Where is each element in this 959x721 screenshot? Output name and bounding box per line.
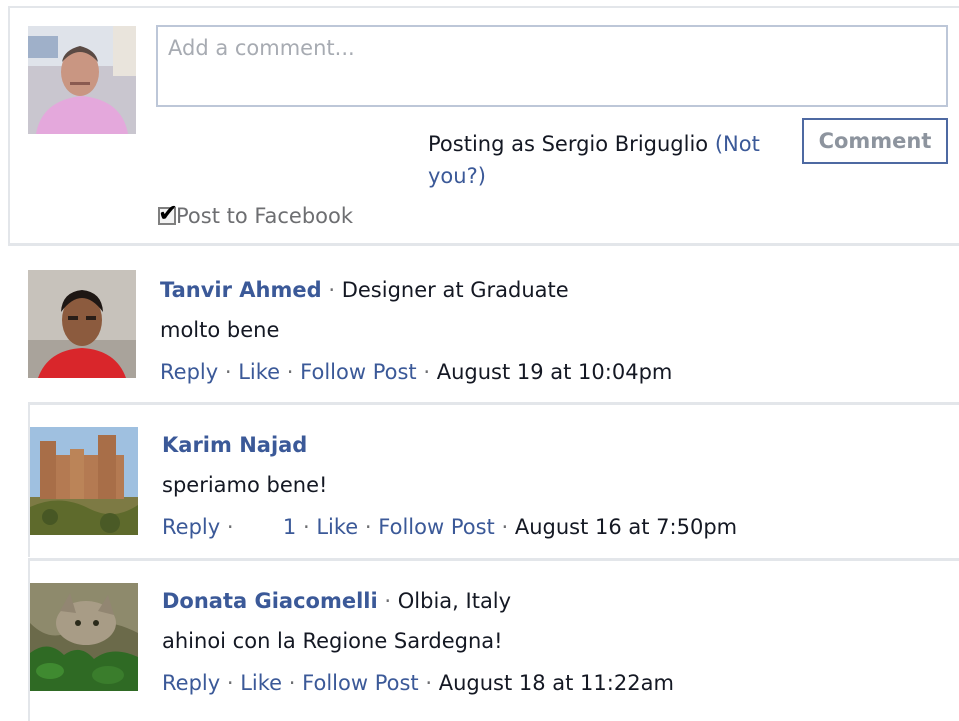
separator: ·	[288, 671, 296, 695]
separator: ·	[226, 671, 234, 695]
comment-author-subtitle: Designer at Graduate	[341, 278, 569, 302]
reply-link[interactable]: Reply	[160, 360, 218, 384]
reply-link[interactable]: Reply	[162, 515, 220, 539]
current-user-avatar	[28, 26, 136, 134]
separator: ·	[302, 515, 310, 539]
posting-as-text: Posting as Sergio Briguglio (Not you?)	[428, 128, 800, 192]
comment-avatar[interactable]	[30, 583, 138, 691]
comment-author-subtitle: Olbia, Italy	[397, 589, 512, 613]
separator: ·	[286, 360, 294, 384]
comment-text: molto bene	[160, 318, 280, 342]
comment-author-link[interactable]: Donata Giacomelli	[162, 589, 378, 613]
separator: ·	[384, 589, 392, 613]
follow-post-link[interactable]: Follow Post	[378, 515, 494, 539]
comment-composer: Add a comment... Posting as Sergio Brigu…	[8, 6, 959, 246]
posting-as-label: Posting as Sergio Briguglio	[428, 132, 709, 156]
comment-timestamp[interactable]: August 18 at 11:22am	[439, 671, 674, 695]
comment-input[interactable]: Add a comment...	[156, 25, 948, 107]
comment-timestamp[interactable]: August 19 at 10:04pm	[437, 360, 673, 384]
comment-item: Donata Giacomelli · Olbia, Italy ahinoi …	[28, 558, 959, 721]
comment-avatar[interactable]	[30, 427, 138, 535]
checkmark-icon: ✔	[158, 199, 179, 227]
comment-item: Tanvir Ahmed · Designer at Graduate molt…	[28, 270, 959, 384]
comment-text: ahinoi con la Regione Sardegna!	[162, 629, 503, 653]
separator: ·	[501, 515, 509, 539]
separator: ·	[364, 515, 372, 539]
follow-post-link[interactable]: Follow Post	[302, 671, 418, 695]
separator: ·	[328, 278, 336, 302]
comment-avatar[interactable]	[28, 270, 136, 378]
like-link[interactable]: Like	[316, 515, 358, 539]
comment-author-link[interactable]: Karim Najad	[162, 433, 307, 457]
comment-button[interactable]: Comment	[802, 118, 948, 164]
separator: ·	[425, 671, 433, 695]
reply-link[interactable]: Reply	[162, 671, 220, 695]
comment-actions: Reply · Like · Follow Post · August 19 a…	[160, 358, 672, 386]
comment-item: Karim Najad speriamo bene! Reply · 1 · L…	[28, 402, 959, 557]
comment-actions: Reply · 1 · Like · Follow Post · August …	[162, 513, 737, 541]
like-count[interactable]: 1	[283, 515, 296, 539]
separator: ·	[423, 360, 431, 384]
post-to-facebook-checkbox[interactable]: ✔	[158, 201, 178, 225]
comment-actions: Reply · Like · Follow Post · August 18 a…	[162, 669, 674, 697]
comment-timestamp[interactable]: August 16 at 7:50pm	[515, 515, 737, 539]
separator: ·	[226, 515, 234, 539]
like-link[interactable]: Like	[238, 360, 280, 384]
comment-text: speriamo bene!	[162, 473, 328, 497]
follow-post-link[interactable]: Follow Post	[300, 360, 416, 384]
comment-author-link[interactable]: Tanvir Ahmed	[160, 278, 322, 302]
comment-input-placeholder: Add a comment...	[168, 36, 355, 60]
like-link[interactable]: Like	[240, 671, 282, 695]
post-to-facebook-label: Post to Facebook	[176, 204, 354, 228]
separator: ·	[224, 360, 232, 384]
post-to-facebook-option[interactable]: ✔ Post to Facebook	[158, 201, 354, 228]
